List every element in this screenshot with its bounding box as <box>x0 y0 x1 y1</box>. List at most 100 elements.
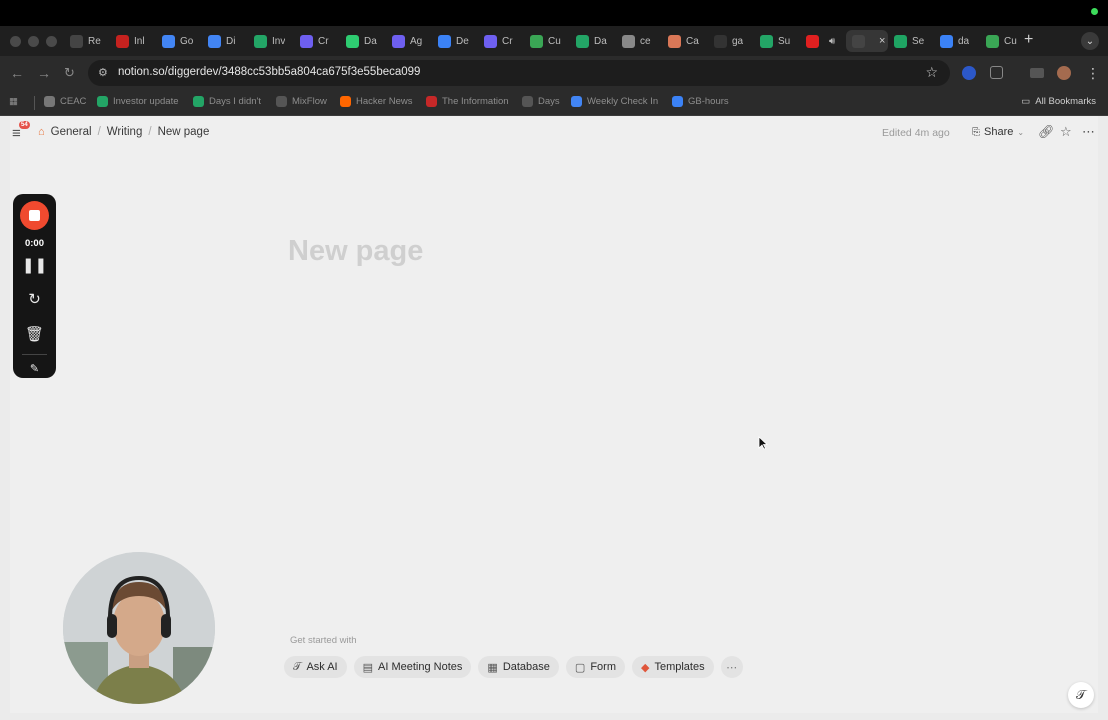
all-bookmarks-label: All Bookmarks <box>1035 96 1096 107</box>
chevron-down-icon: ⌄ <box>1017 127 1025 137</box>
browser-tab[interactable]: Go <box>156 30 202 52</box>
tab-label: da <box>958 35 970 47</box>
notion-icon <box>522 96 533 107</box>
tab-label: Ag <box>410 35 423 47</box>
bookmark-item[interactable]: MixFlow <box>276 96 327 107</box>
tab-search-button[interactable]: ⌄ <box>1081 32 1099 50</box>
tab-label: ga <box>732 35 744 47</box>
browser-tab[interactable]: Cr <box>294 30 340 52</box>
bookmark-item[interactable]: Hacker News <box>340 96 413 107</box>
favorite-star-icon[interactable]: ☆ <box>1060 124 1072 140</box>
bookmark-label: Days <box>538 96 560 107</box>
browser-tab[interactable]: Se <box>888 30 934 52</box>
chip-ai-meeting-notes[interactable]: ▤ AI Meeting Notes <box>353 656 472 678</box>
google-sheets-icon <box>193 96 204 107</box>
speaker-icon[interactable]: 🔊︎ <box>829 36 835 47</box>
new-tab-button[interactable]: + <box>1024 31 1033 49</box>
chip-templates[interactable]: ◆ Templates <box>631 656 714 678</box>
bookmark-label: Hacker News <box>356 96 413 107</box>
bookmark-item[interactable]: Days <box>522 96 560 107</box>
browser-tab[interactable]: Cr <box>478 30 524 52</box>
browser-tab[interactable]: × <box>846 30 888 52</box>
google-sheets-icon <box>254 34 267 48</box>
chip-form[interactable]: ▢ Form <box>565 656 625 678</box>
back-button[interactable]: ← <box>10 65 24 81</box>
browser-tab[interactable]: Cu <box>524 30 570 52</box>
browser-tab[interactable]: Di <box>202 30 248 52</box>
browser-tab[interactable]: da <box>934 30 980 52</box>
stop-recording-button[interactable] <box>20 201 49 230</box>
bookmark-item[interactable]: The Information <box>426 96 509 107</box>
browser-tab[interactable]: Da <box>340 30 386 52</box>
tab-label: Da <box>364 35 377 47</box>
bookmark-item[interactable]: Weekly Check In <box>571 96 658 107</box>
more-options-chip[interactable]: ⋯ <box>720 656 743 678</box>
breadcrumb-new-page[interactable]: New page <box>158 126 210 138</box>
browser-tab[interactable]: ce <box>616 30 662 52</box>
status-indicator <box>1091 8 1098 15</box>
chip-ask-ai[interactable]: 𝒯 Ask AI <box>284 656 347 678</box>
breadcrumb: ⌂ General / Writing / New page <box>38 126 209 138</box>
browser-tab[interactable]: De <box>432 30 478 52</box>
tab-label: Cr <box>502 35 513 47</box>
address-bar[interactable]: ⚙ notion.so/diggerdev/3488cc53bb5a804ca6… <box>88 60 950 86</box>
breadcrumb-general[interactable]: General <box>51 126 92 138</box>
bookmark-item[interactable]: Investor update <box>97 96 179 107</box>
browser-menu-button[interactable]: ⋮ <box>1086 65 1100 82</box>
extension-icon[interactable] <box>962 66 976 80</box>
ai-icon <box>672 96 683 107</box>
more-options-icon[interactable]: ⋯ <box>1082 124 1095 140</box>
linear-icon <box>392 34 405 48</box>
bookmark-item[interactable]: Days I didn't <box>193 96 261 107</box>
webcam-bubble <box>63 552 215 704</box>
tab-label: Ca <box>686 35 699 47</box>
forward-button[interactable]: → <box>37 65 51 81</box>
reload-button[interactable]: ↻ <box>64 65 75 81</box>
media-control-icon[interactable] <box>1030 68 1044 78</box>
apps-grid-icon[interactable]: ▦ <box>9 96 18 107</box>
browser-tab[interactable]: Su <box>754 30 800 52</box>
tab-label: Da <box>594 35 607 47</box>
chip-database[interactable]: ▦ Database <box>478 656 559 678</box>
browser-tab[interactable]: Inl <box>110 30 156 52</box>
all-bookmarks-button[interactable]: ▭ All Bookmarks <box>1021 96 1096 107</box>
bookmark-label: MixFlow <box>292 96 327 107</box>
chip-label: Ask AI <box>306 661 338 673</box>
pause-icon[interactable]: ❚❚ <box>13 256 56 274</box>
breadcrumb-writing[interactable]: Writing <box>107 126 143 138</box>
browser-tab[interactable]: Ca <box>662 30 708 52</box>
browser-tab[interactable]: Cu <box>980 30 1026 52</box>
extensions-puzzle-icon[interactable] <box>990 66 1003 79</box>
browser-tab[interactable]: Da <box>570 30 616 52</box>
browser-toolbar: ← → ↻ ⚙ notion.so/diggerdev/3488cc53bb5a… <box>0 56 1108 90</box>
ai-icon <box>438 34 451 48</box>
copy-link-icon[interactable]: 🔗︎ <box>1038 124 1055 140</box>
maximize-window-button[interactable] <box>46 36 57 47</box>
close-window-button[interactable] <box>10 36 21 47</box>
bookmark-star-icon[interactable]: ☆ <box>925 64 938 81</box>
page-title-input[interactable]: New page <box>288 235 423 268</box>
browser-tab[interactable]: Ag <box>386 30 432 52</box>
bookmark-item[interactable]: GB-hours <box>672 96 729 107</box>
browser-tab[interactable]: 🔊︎ <box>800 30 846 52</box>
profile-avatar[interactable] <box>1057 66 1071 80</box>
browser-tab[interactable]: Inv <box>248 30 294 52</box>
viewport: ≡ 54 ⌂ General / Writing / New page Edit… <box>0 116 1108 720</box>
bookmark-label: Investor update <box>113 96 179 107</box>
close-tab-icon[interactable]: × <box>879 35 885 47</box>
browser-tab[interactable]: ga <box>708 30 754 52</box>
tab-label: Cu <box>1004 35 1017 47</box>
trash-icon[interactable]: 🗑︎ <box>13 325 56 343</box>
notion-ai-icon: 𝒯 <box>293 660 302 673</box>
draw-icon[interactable]: ✎ <box>13 362 56 375</box>
share-button[interactable]: ⎘ Share ⌄ <box>968 124 1028 140</box>
tab-label: Cu <box>548 35 561 47</box>
bookmark-item[interactable]: CEAC <box>44 96 86 107</box>
site-settings-icon[interactable]: ⚙ <box>98 66 108 79</box>
chip-label: AI Meeting Notes <box>378 661 463 673</box>
minimize-window-button[interactable] <box>28 36 39 47</box>
notion-ai-help-button[interactable]: 𝒯 <box>1068 682 1094 708</box>
browser-tab[interactable]: Re <box>64 30 110 52</box>
restart-icon[interactable]: ↻ <box>13 290 56 308</box>
menu-bar <box>0 0 1108 26</box>
